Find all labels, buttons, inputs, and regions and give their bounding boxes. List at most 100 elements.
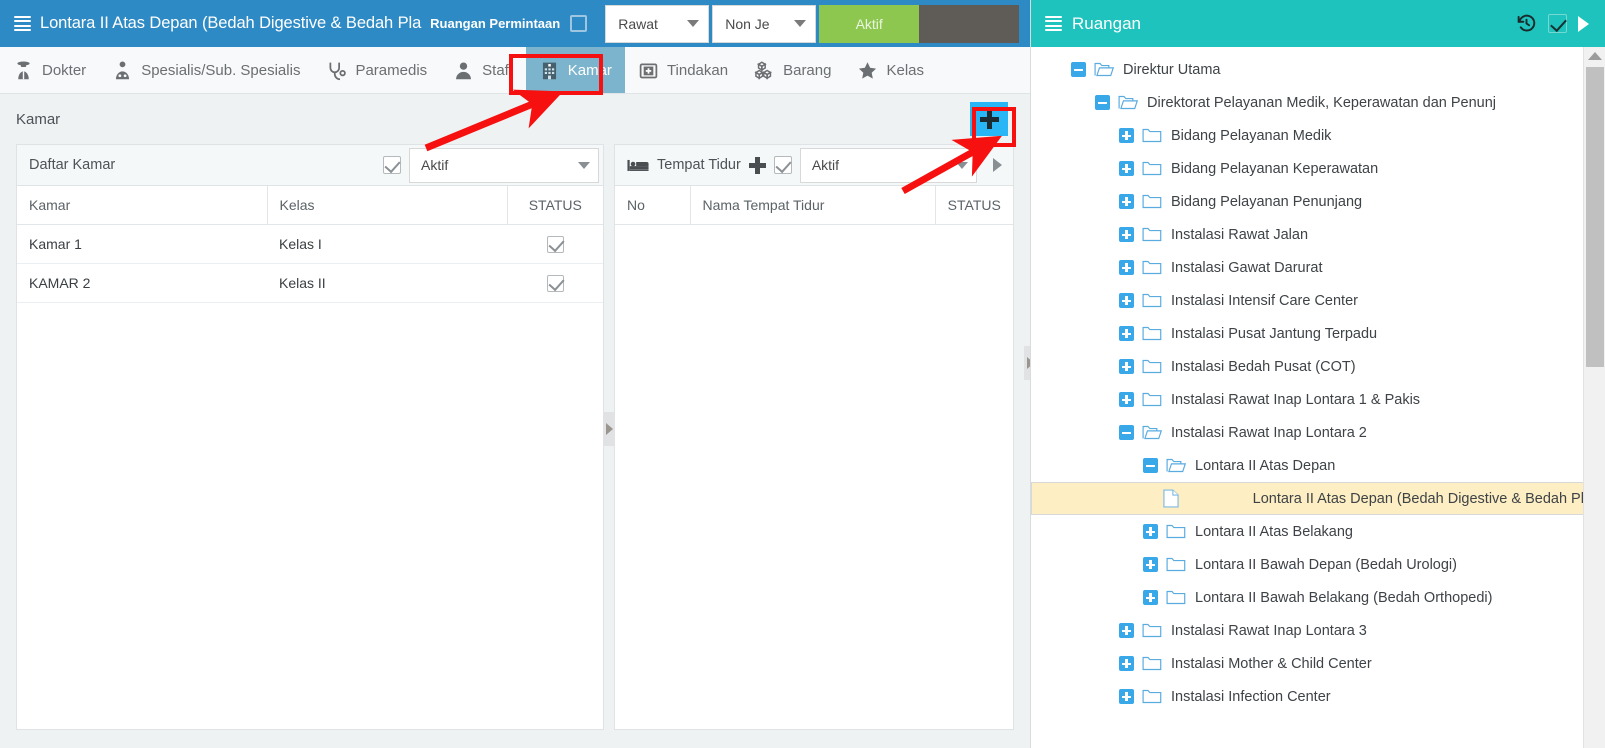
- tree-node-13-selected[interactable]: Lontara II Atas Depan (Bedah Digestive &…: [1031, 482, 1602, 515]
- tab-staff[interactable]: Staff: [440, 47, 526, 93]
- jenis-rawat-value: Rawat: [618, 15, 658, 32]
- folder-icon: [1142, 292, 1162, 309]
- play-icon[interactable]: [1578, 15, 1589, 32]
- doctor-icon: [13, 60, 34, 81]
- expand-toggle-icon[interactable]: [1119, 161, 1134, 176]
- folder-icon: [1142, 193, 1162, 210]
- splitter-handle-left[interactable]: [603, 412, 616, 446]
- tree-node-17[interactable]: Instalasi Rawat Inap Lontara 3: [1031, 614, 1605, 647]
- collapse-toggle-icon[interactable]: [1095, 95, 1110, 110]
- expand-toggle-icon[interactable]: [1119, 326, 1134, 341]
- add-tempat-tidur-button[interactable]: [748, 156, 766, 174]
- add-kamar-button[interactable]: [970, 102, 1008, 136]
- tab-staff-label: Staff: [482, 61, 513, 79]
- daftar-kamar-status-value: Aktif: [421, 157, 449, 173]
- tree-node-1[interactable]: Direktorat Pelayanan Medik, Keperawatan …: [1031, 86, 1605, 119]
- tab-spesialis[interactable]: Spesialis/Sub. Spesialis: [99, 47, 313, 93]
- scrollbar-thumb[interactable]: [1586, 67, 1604, 367]
- ruangan-tree-body[interactable]: Direktur Utama Direktorat Pelayanan Medi…: [1031, 47, 1605, 748]
- tab-dokter-label: Dokter: [42, 61, 87, 79]
- expand-toggle-icon[interactable]: [1119, 227, 1134, 242]
- tree-node-14[interactable]: Lontara II Atas Belakang: [1031, 515, 1605, 548]
- tab-paramedis-label: Paramedis: [355, 61, 428, 79]
- non-jenis-select[interactable]: Non Je: [712, 4, 817, 43]
- tempat-tidur-filter-checkbox[interactable]: [773, 156, 792, 174]
- checkbox-icon[interactable]: [1548, 14, 1567, 33]
- specialist-icon: [112, 60, 133, 81]
- tempat-tidur-status-select[interactable]: Aktif: [799, 147, 977, 183]
- tree-node-10[interactable]: Instalasi Rawat Inap Lontara 1 & Pakis: [1031, 383, 1605, 416]
- tree-node-6[interactable]: Instalasi Gawat Darurat: [1031, 251, 1605, 284]
- tree-node-2[interactable]: Bidang Pelayanan Medik: [1031, 119, 1605, 152]
- history-icon[interactable]: [1516, 13, 1537, 34]
- tree-node-15[interactable]: Lontara II Bawah Depan (Bedah Urologi): [1031, 548, 1605, 581]
- tree-node-0[interactable]: Direktur Utama: [1031, 53, 1605, 86]
- tempat-tidur-header: Tempat Tidur Aktif: [615, 145, 1013, 186]
- collapse-toggle-icon[interactable]: [1119, 425, 1134, 440]
- tree-node-3[interactable]: Bidang Pelayanan Keperawatan: [1031, 152, 1605, 185]
- tab-kelas[interactable]: Kelas: [844, 47, 937, 93]
- expand-toggle-icon[interactable]: [1119, 194, 1134, 209]
- tree-node-4[interactable]: Bidang Pelayanan Penunjang: [1031, 185, 1605, 218]
- expand-toggle-icon[interactable]: [1143, 557, 1158, 572]
- tab-kamar[interactable]: Kamar: [525, 47, 625, 93]
- tree-node-label: Lontara II Atas Belakang: [1195, 523, 1353, 540]
- tempat-tidur-next-button[interactable]: [985, 158, 1009, 172]
- folder-icon: [1142, 358, 1162, 375]
- scroll-up-arrow-icon[interactable]: [1587, 52, 1602, 60]
- expand-toggle-icon[interactable]: [1119, 689, 1134, 704]
- table-row[interactable]: KAMAR 2 Kelas II: [17, 263, 604, 303]
- tab-dokter[interactable]: Dokter: [0, 47, 99, 93]
- tree-node-11[interactable]: Instalasi Rawat Inap Lontara 2: [1031, 416, 1605, 449]
- expand-toggle-icon[interactable]: [1119, 392, 1134, 407]
- expand-toggle-icon[interactable]: [1119, 293, 1134, 308]
- tree-node-7[interactable]: Instalasi Intensif Care Center: [1031, 284, 1605, 317]
- table-row[interactable]: Kamar 1 Kelas I: [17, 224, 604, 264]
- hamburger-icon[interactable]: [14, 16, 31, 31]
- document-icon: [1163, 489, 1179, 508]
- tree-node-19[interactable]: Instalasi Infection Center: [1031, 680, 1605, 713]
- collapse-toggle-icon[interactable]: [1071, 62, 1086, 77]
- tree-node-label: Instalasi Rawat Inap Lontara 2: [1171, 424, 1367, 441]
- tree-node-8[interactable]: Instalasi Pusat Jantung Terpadu: [1031, 317, 1605, 350]
- expand-toggle-icon[interactable]: [1119, 260, 1134, 275]
- expand-toggle-icon[interactable]: [1143, 524, 1158, 539]
- daftar-kamar-filter-checkbox[interactable]: [383, 156, 402, 174]
- daftar-kamar-status-select[interactable]: Aktif: [409, 147, 600, 183]
- collapse-toggle-icon[interactable]: [1143, 458, 1158, 473]
- expand-toggle-icon[interactable]: [1143, 590, 1158, 605]
- building-icon: [539, 60, 560, 81]
- tab-tindakan[interactable]: Tindakan: [625, 47, 741, 93]
- tree-scrollbar[interactable]: [1583, 47, 1605, 748]
- aktif-button[interactable]: Aktif: [819, 4, 920, 43]
- tree-node-12[interactable]: Lontara II Atas Depan: [1031, 449, 1605, 482]
- tree-node-9[interactable]: Instalasi Bedah Pusat (COT): [1031, 350, 1605, 383]
- folder-open-icon: [1118, 94, 1139, 111]
- status-checkbox[interactable]: [546, 274, 564, 292]
- expand-toggle-icon[interactable]: [1119, 656, 1134, 671]
- tree-node-16[interactable]: Lontara II Bawah Belakang (Bedah Orthope…: [1031, 581, 1605, 614]
- ruangan-permintaan-checkbox[interactable]: [570, 15, 588, 32]
- tab-paramedis[interactable]: Paramedis: [313, 47, 440, 93]
- ruangan-tree-actions: [1516, 13, 1589, 34]
- folder-open-icon: [1142, 424, 1163, 441]
- status-checkbox[interactable]: [546, 235, 564, 253]
- hamburger-icon[interactable]: [1045, 16, 1062, 31]
- panel-splitter[interactable]: [603, 144, 616, 730]
- expand-toggle-icon[interactable]: [1119, 359, 1134, 374]
- tab-barang[interactable]: Barang: [741, 47, 844, 93]
- data-panels: Daftar Kamar Aktif Kamar Kelas STATUS Ka…: [0, 144, 1030, 748]
- chevron-down-icon: [578, 161, 591, 169]
- expand-toggle-icon[interactable]: [1119, 623, 1134, 638]
- medical-kit-icon: [638, 60, 659, 81]
- tree-node-label: Lontara II Bawah Belakang (Bedah Orthope…: [1195, 589, 1493, 606]
- tree-node-18[interactable]: Instalasi Mother & Child Center: [1031, 647, 1605, 680]
- tempat-tidur-status-value: Aktif: [811, 157, 840, 173]
- tree-node-5[interactable]: Instalasi Rawat Jalan: [1031, 218, 1605, 251]
- jenis-rawat-select[interactable]: Rawat: [605, 4, 710, 43]
- secondary-dark-button[interactable]: [919, 4, 1020, 43]
- window-title-bar: Lontara II Atas Depan (Bedah Digestive &…: [0, 0, 1030, 47]
- tree-node-label: Instalasi Rawat Jalan: [1171, 226, 1309, 243]
- expand-toggle-icon[interactable]: [1119, 128, 1134, 143]
- daftar-kamar-title: Daftar Kamar: [29, 157, 116, 173]
